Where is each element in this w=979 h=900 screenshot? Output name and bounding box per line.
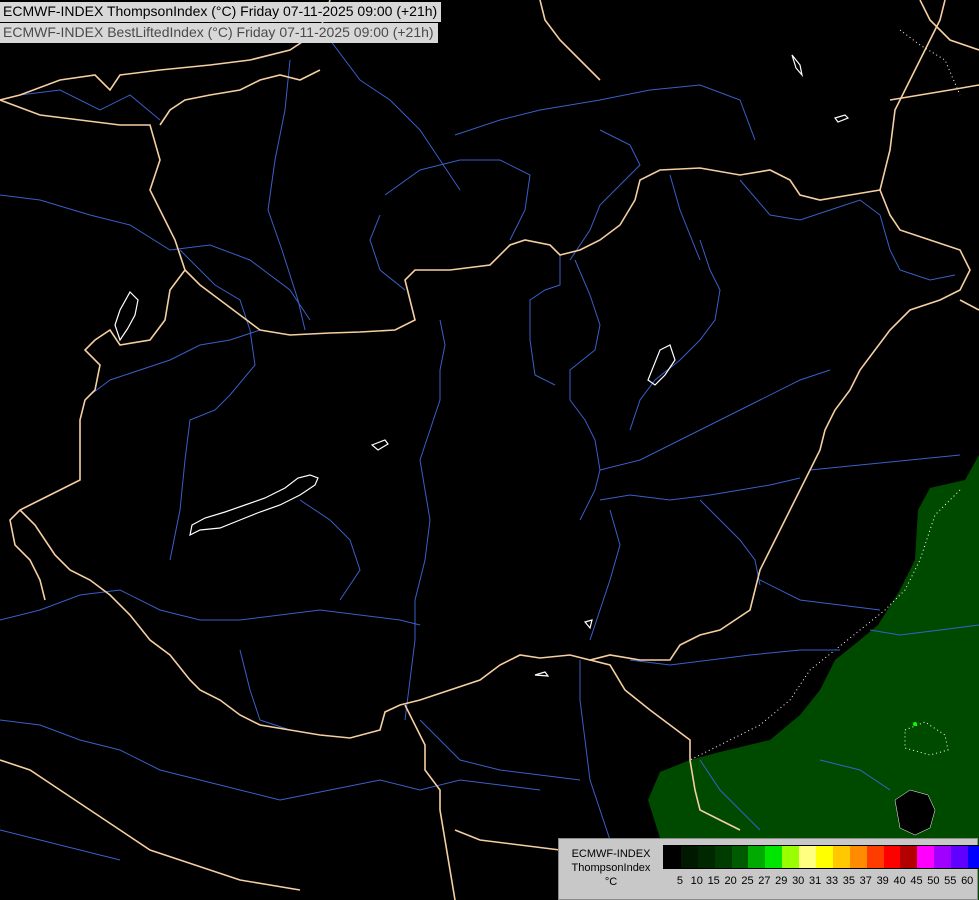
legend-swatch [968,846,979,868]
legend-swatch [697,846,715,868]
legend-tick-label: 35 [842,875,856,887]
legend-tick-label: 15 [707,875,720,887]
black-hole-region [894,789,936,836]
legend-ticks: 5 10 15 20 25 27 29 30 31 33 35 37 39 40 45 50 55 60 [663,875,973,889]
legend-tick-label: 10 [690,875,703,887]
map-title-bestlifted: ECMWF-INDEX BestLiftedIndex (°C) Friday … [0,23,438,43]
legend-swatch [934,846,952,868]
legend-label: ECMWF-INDEX ThompsonIndex °C [563,847,659,889]
legend-swatch [765,846,783,868]
legend-tick-label: 27 [758,875,771,887]
legend-tick-label: 20 [724,875,737,887]
legend-tick-label: 30 [792,875,805,887]
legend-tick-label: 33 [825,875,839,887]
weather-map [0,0,979,900]
legend-tick-label: 5 [676,875,683,887]
legend-tick-label: 31 [808,875,822,887]
legend-tick-label: 45 [910,875,923,887]
legend-swatch [664,846,681,868]
legend-swatch [748,846,766,868]
legend-tick-label: 50 [927,875,940,887]
legend-swatch [849,846,867,868]
legend-tick-label: 29 [775,875,788,887]
legend-swatch [816,846,833,868]
legend-swatches [663,845,979,869]
legend-swatch [900,846,918,868]
legend-swatch [866,846,884,868]
color-legend: ECMWF-INDEX ThompsonIndex °C 5 10 15 20 25 27… [558,838,979,900]
legend-tick-label: 37 [859,875,872,887]
legend-swatch [714,846,732,868]
legend-swatch [799,846,817,868]
legend-tick-label: 40 [893,875,906,887]
legend-swatch [782,846,800,868]
green-dot [913,722,917,726]
legend-swatch [680,846,698,868]
legend-swatch [951,846,969,868]
legend-source: ECMWF-INDEX [571,848,651,860]
legend-swatch [832,846,850,868]
legend-tick-label: 39 [876,875,889,887]
map-title-thompson: ECMWF-INDEX ThompsonIndex (°C) Friday 07… [0,2,442,22]
legend-variable: ThompsonIndex [571,862,651,874]
legend-tick-label: 55 [944,875,957,887]
legend-tick-label: 25 [741,875,754,887]
legend-swatch [883,846,901,868]
legend-swatch [917,846,935,868]
legend-swatch [731,846,749,868]
legend-unit: °C [604,876,618,888]
legend-tick-label: 60 [961,875,974,887]
